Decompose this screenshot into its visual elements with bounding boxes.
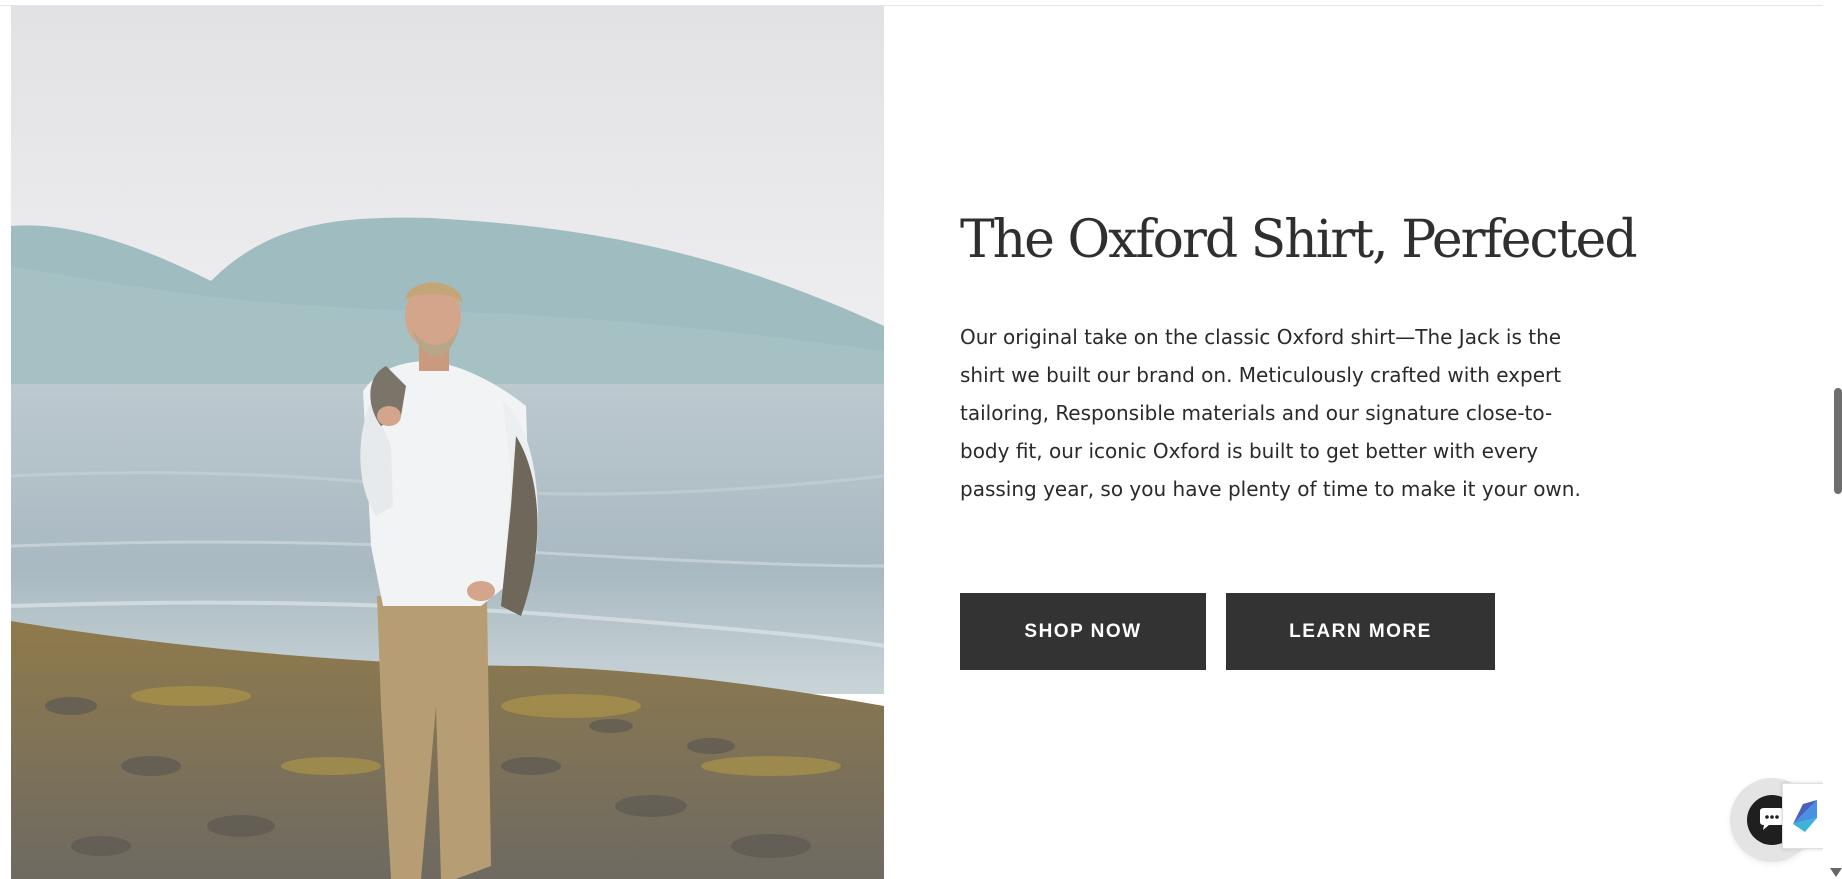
section-description: Our original take on the classic Oxford …	[960, 325, 1581, 501]
page-scrollbar[interactable]	[1823, 0, 1842, 879]
scrollbar-thumb[interactable]	[1834, 388, 1842, 494]
recaptcha-badge[interactable]	[1782, 783, 1826, 849]
shop-now-button[interactable]: SHOP NOW	[960, 593, 1206, 670]
hero-image	[11, 6, 884, 879]
learn-more-button[interactable]: LEARN MORE	[1226, 593, 1495, 670]
recaptcha-icon	[1783, 784, 1825, 848]
section-headline: The Oxford Shirt, Perfected	[960, 210, 1638, 270]
scroll-down-arrow-icon[interactable]	[1830, 868, 1842, 877]
